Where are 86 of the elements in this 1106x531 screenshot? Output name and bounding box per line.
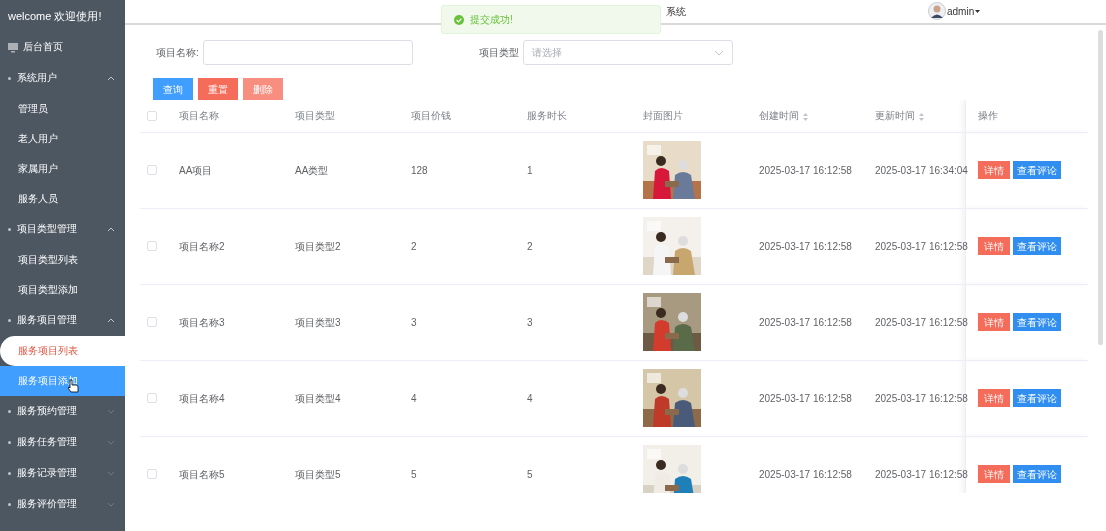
checkbox[interactable] [147,317,157,327]
detail-button[interactable]: 详情 [977,313,1010,331]
sidebar-group[interactable]: 服务评价管理 [0,489,125,520]
table-cell: 2025-03-17 16:12:58 [875,316,968,328]
action-button[interactable]: 重置 [198,78,238,100]
table-cell: 2 [527,240,533,252]
column-header: 操作 [977,110,998,122]
table-cell: 项目名称2 [179,240,225,252]
table-cell: 项目类型5 [295,468,341,480]
table-cell: 2025-03-17 16:12:58 [875,240,968,252]
monitor-icon [8,42,18,53]
toast-message: 提交成功! [441,5,661,34]
table-cell: AA项目 [179,164,213,176]
sidebar-group[interactable]: 服务记录管理 [0,458,125,489]
table-cell: 项目类型4 [295,392,341,404]
table-cell: AA类型 [295,164,329,176]
table-cell: 2025-03-17 16:12:58 [875,392,968,404]
table-cell: 5 [527,468,533,480]
column-header: 服务时长 [527,110,567,122]
column-header: 封面图片 [643,110,683,122]
sidebar-group[interactable]: 服务预约管理 [0,396,125,427]
column-header: 项目类型 [295,110,335,122]
caret-icon [975,9,981,13]
table-cell: 2025-03-17 16:12:58 [875,468,968,480]
table-cell: 项目类型3 [295,316,341,328]
sidebar-item[interactable]: 服务人员 [0,184,125,214]
action-button[interactable]: 删除 [243,78,283,100]
table-cell: 2025-03-17 16:12:58 [759,468,852,480]
scrollbar[interactable] [1098,30,1103,345]
sidebar-item[interactable]: 老人用户 [0,124,125,154]
table-cell: 2025-03-17 16:12:58 [759,240,852,252]
reviews-button[interactable]: 查看评论 [1012,465,1061,483]
sidebar-item[interactable]: 家属用户 [0,154,125,184]
reviews-button[interactable]: 查看评论 [1012,389,1061,407]
column-header: 项目价钱 [411,110,451,122]
welcome-text: welcome 欢迎使用! [7,8,103,24]
sidebar-group[interactable]: 服务项目管理 [0,305,125,336]
table-cell: 项目名称3 [179,316,225,328]
table-cell: 2025-03-17 16:34:04 [875,164,968,176]
table-cell: 3 [527,316,533,328]
sidebar-item[interactable]: 后台首页 [0,32,125,63]
table-cell: 4 [411,392,417,404]
sidebar-group[interactable]: 服务任务管理 [0,427,125,458]
table-cell: 项目类型2 [295,240,341,252]
detail-button[interactable]: 详情 [977,161,1010,179]
table-cell: 2025-03-17 16:12:58 [759,316,852,328]
table-cell: 3 [411,316,417,328]
table-cell: 项目名称4 [179,392,225,404]
select-field[interactable]: 请选择 [522,40,733,65]
avatar-icon [928,2,946,20]
detail-button[interactable]: 详情 [977,389,1010,407]
field-label: 项目名称: [156,46,199,60]
column-header: 项目名称 [179,110,219,122]
checkbox[interactable] [147,110,157,121]
sidebar-item[interactable]: 项目类型列表 [0,245,125,275]
column-header[interactable]: 创建时间 [759,110,799,122]
sidebar-item[interactable]: 服务项目列表 [0,336,125,366]
input-field[interactable] [202,40,413,65]
checkbox[interactable] [147,393,157,403]
table-cell: 项目名称5 [179,468,225,480]
field-label: 项目类型 [478,46,519,60]
checkbox[interactable] [147,469,157,479]
page-title: 系统 [666,5,686,19]
sidebar-item[interactable]: 项目类型添加 [0,275,125,305]
reviews-button[interactable]: 查看评论 [1012,161,1061,179]
table-cell: 128 [411,164,428,176]
action-button[interactable]: 查询 [153,78,193,100]
detail-button[interactable]: 详情 [977,465,1010,483]
chevron-icon [713,49,724,56]
column-header[interactable]: 更新时间 [875,110,915,122]
sidebar-item[interactable]: 管理员 [0,94,125,124]
success-icon [454,14,464,25]
checkbox[interactable] [147,165,157,175]
table-cell: 4 [527,392,533,404]
sidebar-group[interactable]: 项目类型管理 [0,214,125,245]
table-cell: 2025-03-17 16:12:58 [759,164,852,176]
user-menu[interactable]: admin [947,3,975,19]
reviews-button[interactable]: 查看评论 [1012,237,1061,255]
checkbox[interactable] [147,241,157,251]
detail-button[interactable]: 详情 [977,237,1010,255]
table-cell: 5 [411,468,417,480]
reviews-button[interactable]: 查看评论 [1012,313,1061,331]
table-cell: 2 [411,240,417,252]
sidebar-group[interactable]: 系统用户 [0,63,125,94]
table-cell: 2025-03-17 16:12:58 [759,392,852,404]
table-cell: 1 [527,164,533,176]
